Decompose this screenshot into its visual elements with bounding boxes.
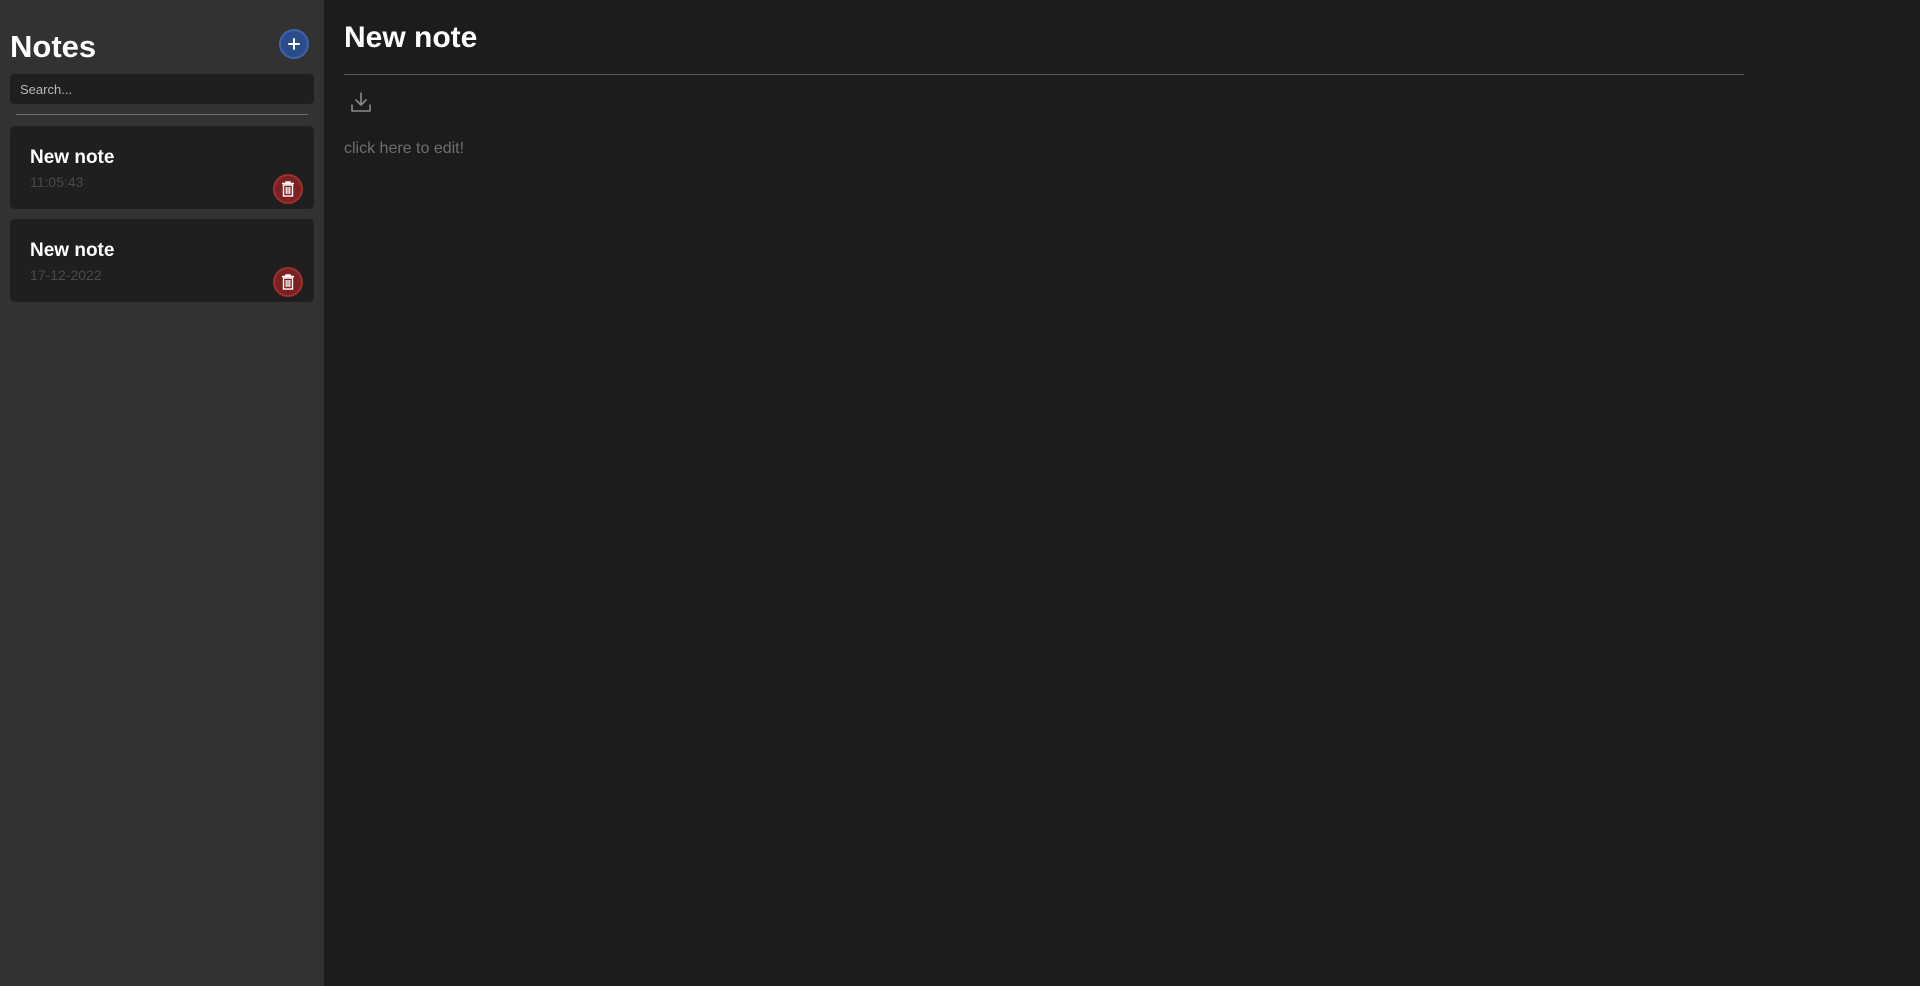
delete-note-button[interactable] xyxy=(273,174,303,204)
trash-icon xyxy=(282,274,294,290)
sidebar-divider xyxy=(16,114,308,115)
note-date: 17-12-2022 xyxy=(30,267,102,283)
note-title: New note xyxy=(30,147,115,168)
download-button[interactable] xyxy=(348,89,374,115)
delete-note-button[interactable] xyxy=(273,267,303,297)
add-note-button[interactable] xyxy=(279,29,309,59)
editor-divider xyxy=(344,74,1744,75)
notes-app: Notes New note 11:05:43 New note 17-12-2… xyxy=(0,0,1920,986)
plus-icon xyxy=(288,38,300,50)
editor-pane: New note click here to edit! xyxy=(324,0,1920,986)
note-content-editor[interactable]: click here to edit! xyxy=(344,139,464,159)
note-card[interactable]: New note 11:05:43 xyxy=(10,126,314,209)
note-title-heading[interactable]: New note xyxy=(344,20,477,56)
note-date: 11:05:43 xyxy=(30,174,84,190)
download-icon xyxy=(351,92,371,112)
search-input[interactable] xyxy=(10,74,314,104)
sidebar: Notes New note 11:05:43 New note 17-12-2… xyxy=(0,0,324,986)
trash-icon xyxy=(282,181,294,197)
note-card[interactable]: New note 17-12-2022 xyxy=(10,219,314,302)
note-title: New note xyxy=(30,240,115,261)
sidebar-title: Notes xyxy=(10,29,97,64)
